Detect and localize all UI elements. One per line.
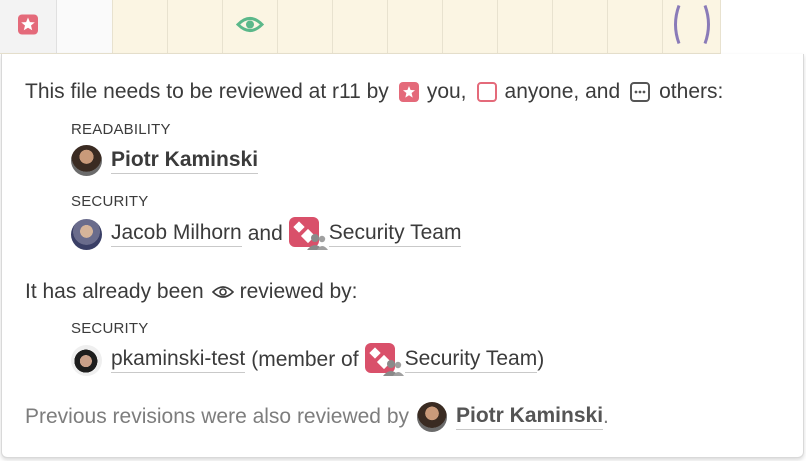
revision-cell[interactable] (113, 0, 168, 54)
avatar (71, 145, 102, 176)
avatar (71, 344, 102, 376)
joiner-text: and (247, 222, 283, 245)
security-pending-row: Jacob Milhorn and Security Team (71, 217, 462, 251)
revision-cell[interactable] (388, 0, 443, 54)
anyone-badge-icon (476, 82, 497, 102)
already-reviewed-suffix: reviewed by: (239, 280, 358, 303)
reviewer-link[interactable]: Piotr Kaminski (456, 404, 604, 430)
readability-label: READABILITY (71, 121, 171, 138)
team-icon (364, 343, 404, 377)
star-badge-icon (17, 13, 39, 40)
revision-cell[interactable] (168, 0, 223, 54)
revision-cell[interactable] (278, 0, 333, 54)
revision-cell[interactable] (553, 0, 608, 54)
review-status-popup: This file needs to be reviewed at r11 by… (1, 54, 804, 458)
revision-cell[interactable] (333, 0, 388, 54)
empty-cell[interactable] (57, 0, 113, 54)
security-done-row: pkaminski-test (member of Security Team … (71, 343, 544, 377)
readability-reviewer-row: Piotr Kaminski (71, 145, 259, 176)
eye-icon (235, 14, 265, 39)
team-link[interactable]: Security Team (328, 221, 462, 247)
avatar (417, 402, 447, 432)
security-label: SECURITY (71, 193, 149, 210)
avatar (71, 218, 102, 250)
needs-review-prefix: This file needs to be reviewed at r11 by (25, 80, 389, 103)
security-done-label: SECURITY (71, 320, 149, 337)
others-label: others: (659, 80, 724, 103)
others-badge-icon (630, 82, 651, 102)
bracket-marker-icon (669, 3, 715, 50)
file-cell-strip (0, 0, 806, 54)
status-cell[interactable] (0, 0, 57, 54)
you-badge-icon (398, 82, 419, 102)
reviewer-link[interactable]: pkaminski-test (111, 347, 246, 373)
revision-cell-reviewed[interactable] (223, 0, 278, 54)
anyone-label: anyone, and (504, 80, 621, 103)
already-reviewed-prefix: It has already been (25, 280, 204, 303)
reviewer-link[interactable]: Piotr Kaminski (111, 148, 259, 174)
previous-prefix: Previous revisions were also reviewed by (25, 405, 409, 428)
already-reviewed-line: It has already been reviewed by: (25, 280, 358, 304)
reviewer-link[interactable]: Jacob Milhorn (111, 221, 242, 247)
revision-cell[interactable] (608, 0, 663, 54)
you-label: you, (426, 80, 467, 103)
revision-cell[interactable] (443, 0, 498, 54)
eye-icon (211, 284, 234, 300)
revision-cell[interactable] (498, 0, 553, 54)
current-revision-cell[interactable] (663, 0, 721, 54)
previous-revisions-line: Previous revisions were also reviewed by… (25, 402, 609, 432)
member-suffix: ) (537, 348, 545, 371)
team-icon (288, 217, 328, 251)
previous-suffix: . (603, 405, 609, 428)
member-prefix: (member of (251, 348, 359, 371)
team-link[interactable]: Security Team (404, 347, 538, 373)
needs-review-line: This file needs to be reviewed at r11 by… (25, 80, 723, 104)
